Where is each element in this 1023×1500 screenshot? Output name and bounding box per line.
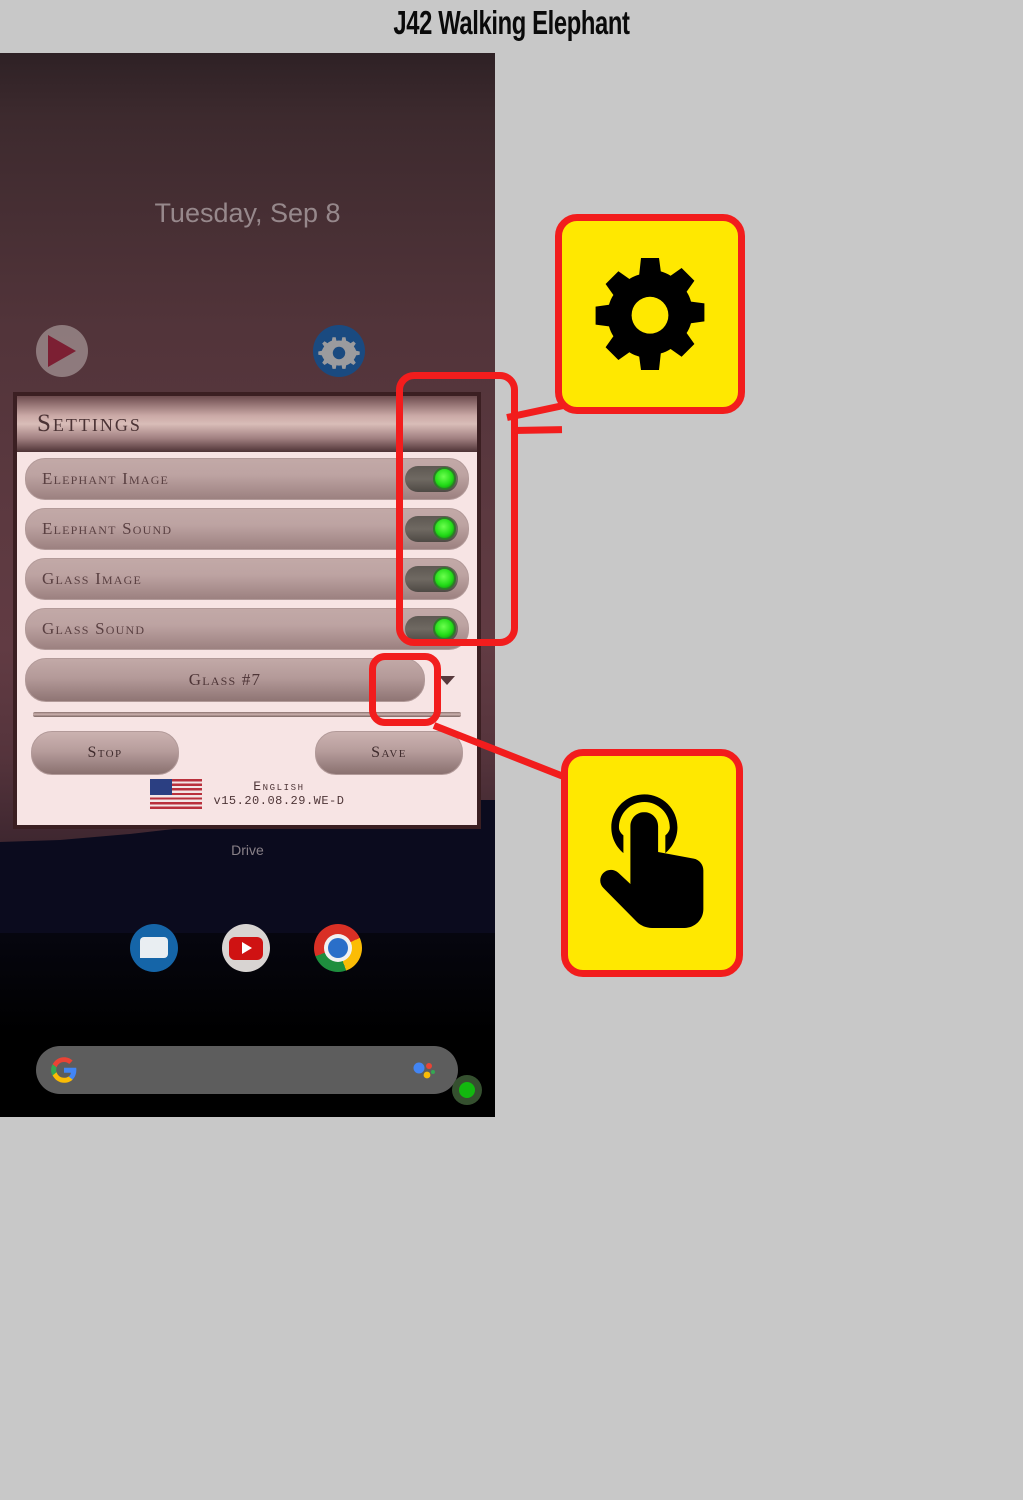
tap-gesture-icon <box>600 794 704 928</box>
tap-callout-badge <box>561 749 743 977</box>
version-label: v15.20.08.29.WE-D <box>213 794 345 808</box>
home-date-widget: Tuesday, Sep 8 <box>154 198 341 228</box>
stop-button[interactable]: Stop <box>31 731 179 775</box>
page-title: J42 Walking Elephant <box>393 4 630 41</box>
dialog-footer: English v15.20.08.29.WE-D <box>17 779 477 809</box>
language-label: English <box>253 779 305 794</box>
glass-dropdown[interactable]: Glass #7 <box>25 658 425 702</box>
google-search-bar[interactable] <box>36 1046 458 1094</box>
gear-callout-badge <box>555 214 745 414</box>
chevron-down-icon[interactable] <box>439 676 455 685</box>
chrome-core-glyph <box>328 938 348 958</box>
settings-gear-icon[interactable] <box>313 325 365 377</box>
chrome-icon[interactable] <box>314 924 362 972</box>
play-movies-icon[interactable] <box>36 325 88 377</box>
google-g-icon <box>51 1057 77 1083</box>
setting-label: Elephant Sound <box>42 519 173 538</box>
flag-canton <box>149 779 172 795</box>
leader-line-gear <box>513 426 563 434</box>
message-bubble-glyph <box>140 937 168 958</box>
settings-title: Settings <box>37 410 142 437</box>
setting-label: Glass Image <box>42 569 143 588</box>
gear-icon <box>595 258 705 370</box>
play-triangle-icon <box>48 335 76 367</box>
youtube-play-glyph <box>229 937 263 960</box>
stop-button-label: Stop <box>87 744 123 761</box>
toggle-column-highlight <box>396 372 518 646</box>
setting-label: Elephant Image <box>42 469 170 488</box>
dialog-button-row: Stop Save <box>25 725 469 781</box>
gear-glyph <box>318 337 360 369</box>
assistant-mic-icon[interactable] <box>412 1060 436 1080</box>
glass-dropdown-value: Glass #7 <box>188 670 262 689</box>
save-button-highlight <box>369 653 441 726</box>
save-button-label: Save <box>371 744 407 761</box>
android-nav-bar <box>0 1110 495 1117</box>
status-indicator-dot <box>452 1075 482 1105</box>
save-button[interactable]: Save <box>315 731 463 775</box>
messages-icon[interactable] <box>130 924 178 972</box>
youtube-icon[interactable] <box>222 924 270 972</box>
footer-text: English v15.20.08.29.WE-D <box>214 779 345 809</box>
setting-label: Glass Sound <box>42 619 146 638</box>
folder-label-drive[interactable]: Drive <box>0 842 495 858</box>
us-flag-icon <box>149 779 202 809</box>
